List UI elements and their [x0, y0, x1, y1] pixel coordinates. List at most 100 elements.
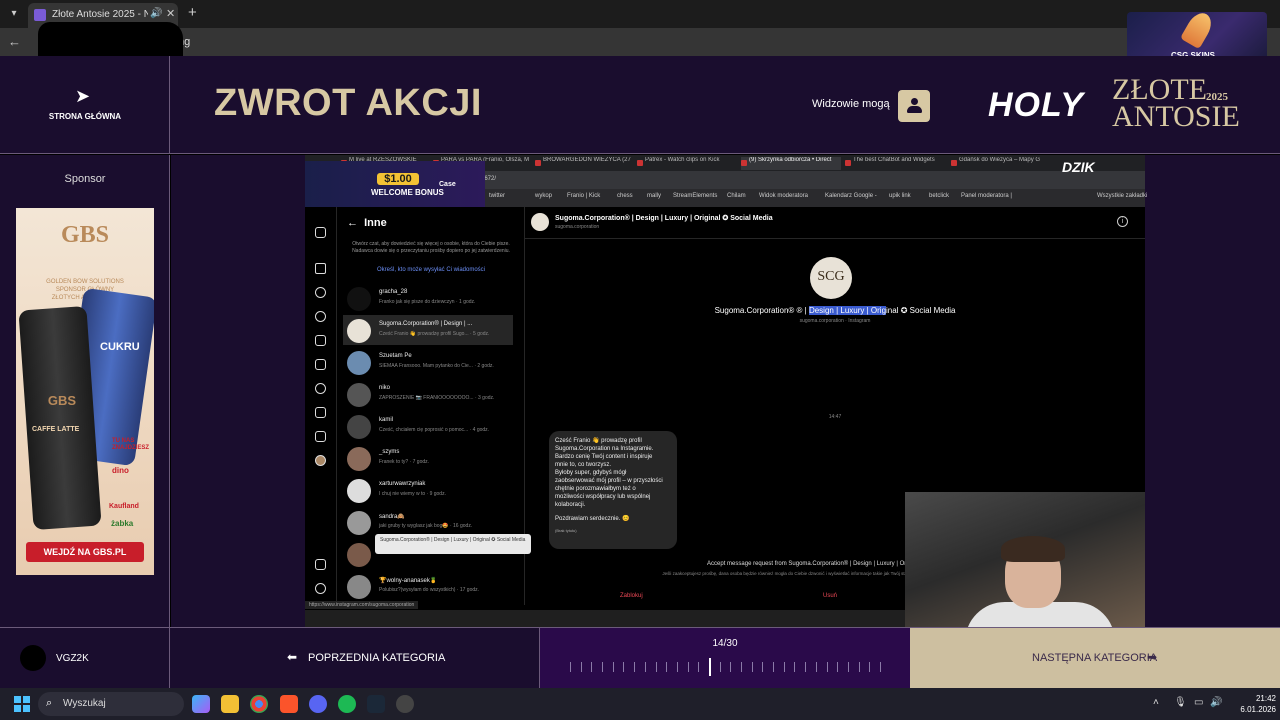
message-line: Cześć Franio 👋 prowadzę profil: [555, 438, 642, 444]
next-category-button[interactable]: NASTĘPNA KATEGORIA ➡: [910, 628, 1280, 689]
reels-icon[interactable]: [315, 335, 326, 346]
list-item-active[interactable]: Sugoma.Corporation® | Design | ... Cześć…: [343, 315, 513, 345]
viewers-head-shape: [911, 98, 918, 105]
avatar: [347, 415, 371, 439]
browser-tab-bar: ▾ Złote Antosie 2025 - Naiw 🔊 ✕ +: [0, 0, 1280, 28]
bookmark[interactable]: StreamElements: [673, 193, 717, 199]
search-icon[interactable]: [315, 287, 326, 298]
who-can-message-link[interactable]: Określ, kto może wysyłać Ci wiadomości: [347, 267, 515, 273]
microphone-icon[interactable]: 🎙: [1174, 697, 1187, 708]
threads-icon[interactable]: [315, 583, 326, 594]
profile-avatar[interactable]: SCG: [810, 257, 852, 299]
profile-avatar-icon[interactable]: [315, 455, 326, 466]
instagram-icon[interactable]: [315, 227, 326, 238]
message-line: Sugoma.Corporation na Instagramie.: [555, 446, 654, 452]
previous-category-button[interactable]: ⬅ POPRZEDNIA KATEGORIA: [171, 628, 540, 689]
tray-chevron-icon[interactable]: ˄: [1153, 697, 1159, 708]
tab-close-icon[interactable]: ✕: [166, 7, 175, 20]
bookmark[interactable]: Panel moderatora |: [961, 193, 1012, 199]
volume-icon[interactable]: 🔊: [1210, 697, 1222, 708]
taskbar-clock[interactable]: 21:42 6.01.2026: [1226, 693, 1276, 715]
bookmark[interactable]: twitter: [489, 193, 505, 199]
back-arrow-icon[interactable]: ←: [8, 34, 21, 49]
progress-tick: [762, 662, 763, 672]
progress-tick: [720, 662, 721, 672]
dashboard-icon[interactable]: [315, 431, 326, 442]
list-item-name: Szuetam Pe: [379, 353, 412, 359]
progress-tick: [773, 662, 774, 672]
bookmark-all[interactable]: Wszystkie zakładki: [1097, 193, 1147, 199]
progress-tick: [656, 662, 657, 672]
file-explorer-icon[interactable]: [221, 695, 239, 713]
taskbar-search[interactable]: ⌕ Wyszukaj: [38, 692, 184, 716]
avatar: [347, 479, 371, 503]
progress-tick: [581, 662, 582, 672]
new-tab-icon[interactable]: +: [188, 4, 197, 21]
bookmark[interactable]: Kalendarz Google -: [825, 193, 877, 199]
bookmark[interactable]: Franio | Kick: [567, 193, 600, 199]
discord-icon[interactable]: [309, 695, 327, 713]
chat-name[interactable]: Sugoma.Corporation® | Design | Luxury | …: [555, 214, 773, 222]
bookmark[interactable]: upik link: [889, 193, 911, 199]
capture-tab-active[interactable]: (9) Skrzynka odbiorcza • Direct: [741, 157, 841, 170]
win-tile: [14, 696, 21, 703]
spotify-icon[interactable]: [338, 695, 356, 713]
back-arrow-icon[interactable]: ←: [347, 217, 364, 229]
overlay-header: ➤ STRONA GŁÓWNA ZWROT AKCJI Widzowie mog…: [0, 56, 1280, 154]
menu-icon[interactable]: [315, 559, 326, 570]
heart-icon[interactable]: [315, 383, 326, 394]
capture-tab[interactable]: Patrex - Watch clips on Kick: [637, 157, 735, 170]
obs-icon[interactable]: [396, 695, 414, 713]
bookmark[interactable]: betclick: [929, 193, 949, 199]
progress-tick: [623, 662, 624, 672]
list-item[interactable]: niko ZAPROSZENIE 📷 FRANIOOOOOOOO... · 3 …: [343, 379, 513, 409]
tab-search-chevron-icon[interactable]: ▾: [6, 6, 22, 22]
capture-tab[interactable]: BROWARGEDON WIEŻYCA (27: [535, 157, 633, 170]
page-title: ZWROT AKCJI: [214, 82, 482, 124]
messages-icon[interactable]: [315, 359, 326, 370]
bookmark[interactable]: Chilam: [727, 193, 746, 199]
create-icon[interactable]: [315, 407, 326, 418]
antosie-text: ANTOSIE: [1112, 100, 1240, 133]
windows-start-icon[interactable]: [14, 696, 30, 712]
bookmark[interactable]: chess: [617, 193, 633, 199]
home-icon[interactable]: [315, 263, 326, 274]
list-item[interactable]: Szuetam Pe SIEMAA Fransooo. Mam pytanko …: [343, 347, 513, 377]
list-item[interactable]: kamil Cześć, chciałem cię poprosić o pom…: [343, 411, 513, 441]
bookmark[interactable]: wykop: [535, 193, 552, 199]
left-arrow-icon: ⬅: [287, 650, 298, 664]
win-tile: [23, 705, 30, 712]
list-item-name: sandra🙈: [379, 514, 405, 520]
viewers-group-icon[interactable]: [898, 90, 930, 122]
list-item[interactable]: sandra🙈 jaki gruby ty wyglasz jak bog🤩 ·…: [343, 507, 513, 537]
home-button[interactable]: ➤ STRONA GŁÓWNA: [0, 56, 170, 154]
bookmark[interactable]: mally: [647, 193, 661, 199]
progress-tick: [613, 662, 614, 672]
block-button[interactable]: Zablokuj: [620, 593, 643, 599]
list-item-preview: Franko jak się pisze do dziewczyn · 1 go…: [379, 299, 476, 305]
list-item[interactable]: 🏆wolny-ananasek🍍 Polubisz?(wysyłam do ws…: [343, 571, 513, 601]
bookmark[interactable]: Widok moderatora: [759, 193, 808, 199]
explore-icon[interactable]: [315, 311, 326, 322]
steam-icon[interactable]: [367, 695, 385, 713]
list-item[interactable]: _szyms Franek to ty? · 7 godz.: [343, 443, 513, 473]
list-item[interactable]: gracha_28 Franko jak się pisze do dziewc…: [343, 283, 513, 313]
chrome-icon[interactable]: [250, 695, 268, 713]
chat-avatar[interactable]: [531, 213, 549, 231]
ad-cta-button[interactable]: WEJDŹ NA GBS.PL: [26, 542, 144, 562]
copilot-icon[interactable]: [192, 695, 210, 713]
progress-tick: [570, 662, 571, 672]
instagram-nav-rail: [305, 207, 337, 605]
brave-icon[interactable]: [280, 695, 298, 713]
capture-tab[interactable]: Gdańsk do Wieżyca – Mapy G: [951, 157, 1049, 170]
previous-category-label: POPRZEDNIA KATEGORIA: [308, 652, 446, 664]
display-icon[interactable]: ▭: [1194, 697, 1203, 708]
list-item[interactable]: xarturwawrzyniak I chuj nie wiemy w to ·…: [343, 475, 513, 505]
delete-button[interactable]: Usuń: [823, 593, 837, 599]
capture-tab[interactable]: The best ChatBot and Widgets: [845, 157, 947, 170]
tab-audio-icon[interactable]: 🔊: [150, 8, 162, 19]
browser-address-bar: ← ng: [0, 28, 1280, 56]
info-icon[interactable]: i: [1117, 216, 1128, 227]
ad-cukru-text: CUKRU: [100, 341, 140, 353]
gbs-sponsor-ad[interactable]: GBS GOLDEN BOW SOLUTIONS SPONSOR GŁÓWNY …: [16, 208, 154, 575]
